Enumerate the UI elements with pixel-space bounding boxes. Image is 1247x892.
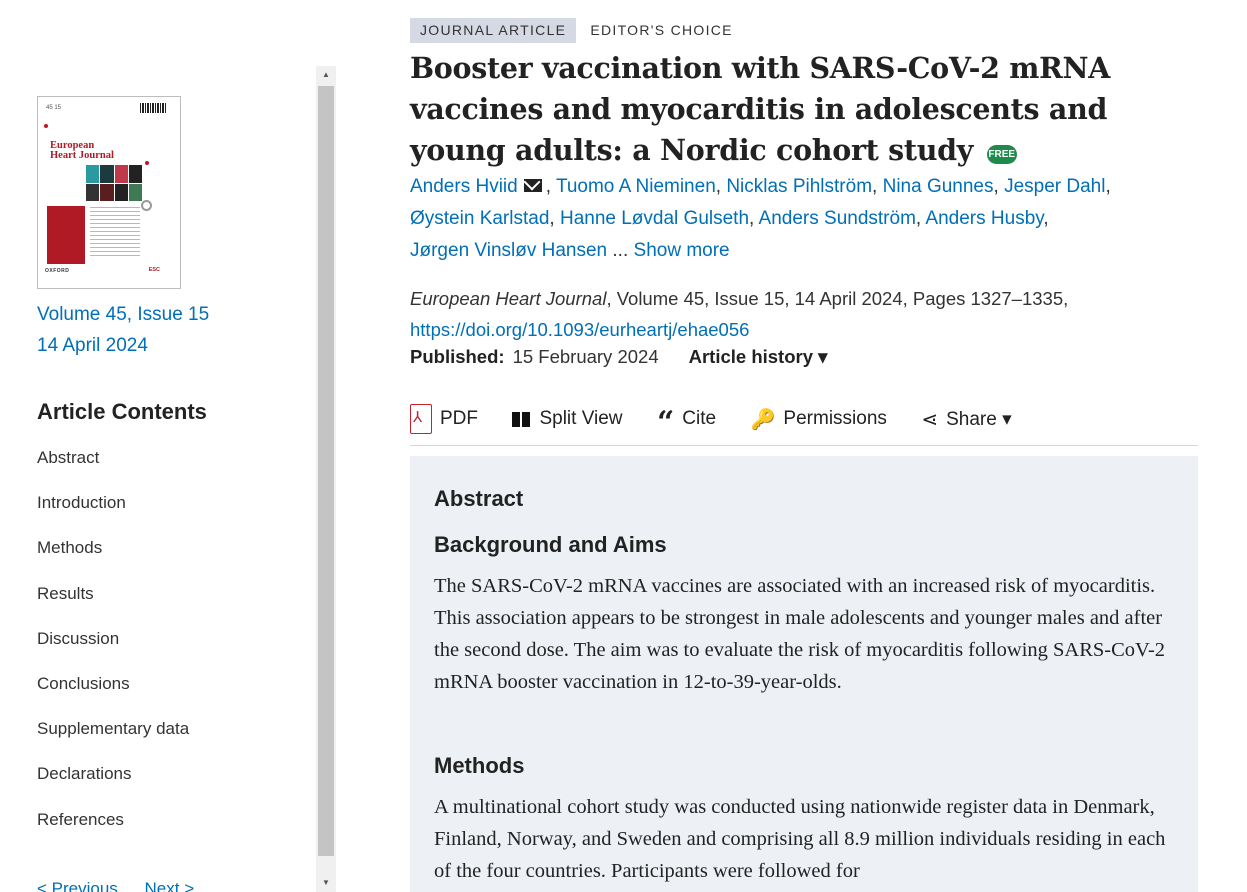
author-link[interactable]: Jørgen Vinsløv Hansen	[410, 240, 607, 261]
cover-publisher-logo: OXFORD	[45, 268, 70, 274]
abstract-heading: Abstract	[434, 486, 524, 511]
author-link[interactable]: Anders Hviid	[410, 176, 518, 197]
free-badge-icon: FREE	[986, 145, 1017, 164]
author-link[interactable]: Hanne Løvdal Gulseth	[560, 208, 749, 229]
author-ellipsis: ...	[612, 240, 629, 261]
author-link[interactable]: Anders Sundström	[759, 208, 916, 229]
cite-button[interactable]: “Cite	[657, 403, 716, 440]
permissions-button[interactable]: 🔑 Permissions	[751, 403, 887, 435]
article-history-dropdown[interactable]: Article history ▾	[689, 346, 828, 367]
author-list: Anders Hviid, Tuomo A Nieminen, Nicklas …	[410, 176, 1111, 261]
email-icon[interactable]	[523, 179, 542, 192]
show-more-authors-link[interactable]: Show more	[634, 240, 730, 261]
volume-issue-link[interactable]: Volume 45, Issue 15	[37, 299, 209, 330]
share-button[interactable]: ⋖ Share ▾	[921, 403, 1011, 435]
author-link[interactable]: Tuomo A Nieminen	[556, 176, 716, 197]
left-sidebar: 45 15 European Heart Journal OXFORD ESC …	[0, 0, 312, 892]
citation-details: , Volume 45, Issue 15, 14 April 2024, Pa…	[606, 288, 1069, 309]
author-link[interactable]: Nina Gunnes	[883, 176, 994, 197]
author-link[interactable]: Øystein Karlstad	[410, 208, 549, 229]
cover-society-logo: ESC	[148, 267, 160, 273]
article-tags: JOURNAL ARTICLE EDITOR'S CHOICE	[410, 18, 747, 43]
editors-choice-tag: EDITOR'S CHOICE	[590, 22, 733, 38]
cover-circle-mark	[141, 200, 152, 211]
toc-item-references[interactable]: References	[37, 810, 189, 855]
cover-image-grid	[86, 165, 142, 201]
split-view-button[interactable]: Split View	[512, 403, 623, 435]
cover-barcode	[140, 103, 166, 113]
cover-red-panel	[47, 206, 85, 264]
methods-text: A multinational cohort study was conduct…	[434, 796, 1166, 882]
quote-icon: “	[657, 405, 675, 440]
toc-item-discussion[interactable]: Discussion	[37, 629, 189, 674]
cover-dot	[44, 124, 48, 128]
author-link[interactable]: Jesper Dahl	[1004, 176, 1105, 197]
pdf-button[interactable]: PDF	[410, 403, 478, 435]
published-label: Published:	[410, 346, 505, 367]
cover-issue-number: 45 15	[46, 105, 62, 111]
toc-item-methods[interactable]: Methods	[37, 538, 189, 583]
toc-item-introduction[interactable]: Introduction	[37, 493, 189, 538]
background-aims-text: The SARS-CoV-2 mRNA vaccines are associa…	[434, 575, 1166, 693]
scroll-down-arrow-icon[interactable]: ▼	[316, 874, 336, 892]
doi-link[interactable]: https://doi.org/10.1093/eurheartj/ehae05…	[410, 314, 1200, 345]
author-link[interactable]: Nicklas Pihlström	[726, 176, 872, 197]
share-icon: ⋖	[921, 408, 939, 431]
article-toolbar: PDF Split View “Cite 🔑Permissions ⋖Share…	[410, 403, 1198, 446]
toc-item-supplementary-data[interactable]: Supplementary data	[37, 719, 189, 764]
pdf-icon	[410, 404, 432, 434]
cover-dot	[145, 161, 149, 165]
article-contents-list: Abstract Introduction Methods Results Di…	[37, 448, 189, 855]
article-title: Booster vaccination with SARS-CoV-2 mRNA…	[410, 51, 1111, 167]
issue-info: Volume 45, Issue 15 14 April 2024	[37, 299, 209, 361]
article-contents-heading: Article Contents	[37, 399, 207, 424]
background-aims-heading: Background and Aims	[434, 532, 667, 557]
toc-item-abstract[interactable]: Abstract	[37, 448, 189, 493]
next-link[interactable]: Next >	[145, 879, 195, 892]
published-date: 15 February 2024	[512, 346, 659, 367]
split-view-icon	[512, 411, 531, 427]
author-link[interactable]: Anders Husby	[925, 208, 1043, 229]
previous-link[interactable]: < Previous	[37, 879, 118, 892]
journal-name: European Heart Journal	[410, 288, 607, 309]
abstract-section: Abstract Background and Aims The SARS-Co…	[410, 456, 1198, 892]
sidebar-scrollbar[interactable]: ▲ ▼	[316, 66, 336, 892]
toc-item-conclusions[interactable]: Conclusions	[37, 674, 189, 719]
methods-heading: Methods	[434, 753, 525, 778]
scrollbar-thumb[interactable]	[318, 86, 334, 856]
journal-cover-image[interactable]: 45 15 European Heart Journal OXFORD ESC	[37, 96, 181, 289]
issue-date-link[interactable]: 14 April 2024	[37, 330, 209, 361]
citation-block: European Heart Journal, Volume 45, Issue…	[410, 283, 1200, 345]
cover-journal-name: European Heart Journal	[50, 140, 114, 161]
key-icon: 🔑	[750, 408, 776, 431]
toc-item-declarations[interactable]: Declarations	[37, 764, 189, 809]
scroll-up-arrow-icon[interactable]: ▲	[316, 66, 336, 84]
cover-contents-lines	[90, 207, 140, 257]
article-type-tag: JOURNAL ARTICLE	[410, 18, 577, 43]
toc-item-results[interactable]: Results	[37, 584, 189, 629]
published-line: Published: 15 February 2024 Article histor…	[410, 346, 827, 368]
prev-next-nav: < Previous Next >	[37, 879, 216, 892]
